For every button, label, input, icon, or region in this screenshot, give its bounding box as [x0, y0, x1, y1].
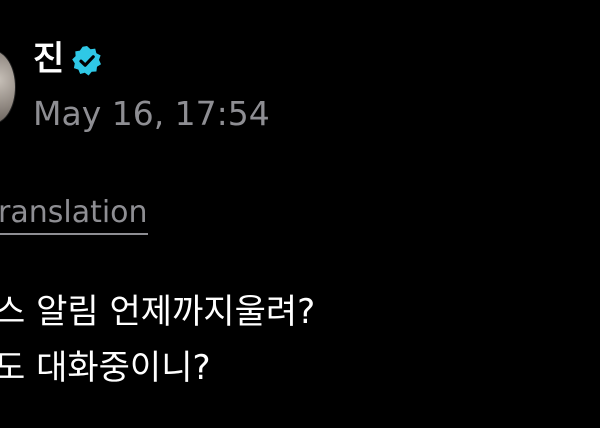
- verified-badge-icon: [70, 44, 104, 78]
- author-name[interactable]: 진: [33, 42, 64, 76]
- post-content-line-1: 스 알림 언제까지울려?: [0, 292, 316, 332]
- avatar[interactable]: [0, 50, 16, 124]
- translation-toggle-link[interactable]: ranslation: [0, 195, 148, 235]
- post-timestamp: May 16, 17:54: [33, 94, 270, 133]
- author-row: 진: [33, 40, 104, 78]
- post-content-line-2: 도 대화중이니?: [0, 348, 211, 388]
- post-content: 스 알림 언제까지울려? 도 대화중이니?: [0, 284, 315, 396]
